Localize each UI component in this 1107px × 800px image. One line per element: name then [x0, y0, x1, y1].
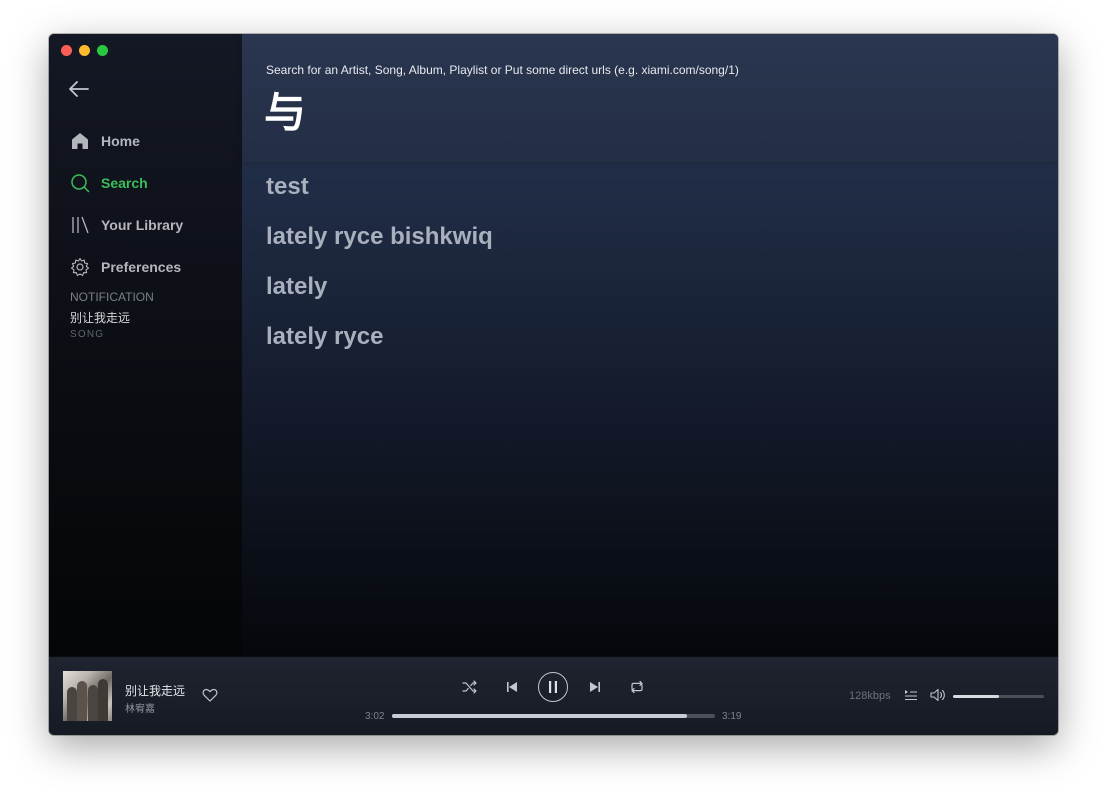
notification-type: SONG [70, 329, 105, 340]
queue-icon [905, 690, 917, 701]
player-bar: 别让我走远 林宥嘉 3:02 3:19 128kbps [49, 656, 1058, 735]
skip-forward-icon [590, 682, 600, 692]
search-icon [69, 172, 91, 194]
previous-button[interactable] [501, 676, 523, 698]
progress-fill [392, 714, 687, 718]
album-cover[interactable] [63, 671, 112, 721]
app-window: Home Search Your Library Preferences NOT… [49, 34, 1058, 735]
volume-fill [953, 695, 999, 698]
shuffle-icon [462, 680, 477, 694]
track-artist[interactable]: 林宥嘉 [125, 700, 155, 715]
window-controls [61, 45, 108, 56]
skip-back-icon [507, 682, 517, 692]
window-maximize-button[interactable] [97, 45, 108, 56]
sidebar-item-label: Search [101, 175, 148, 191]
sidebar-item-label: Home [101, 133, 140, 149]
window-minimize-button[interactable] [79, 45, 90, 56]
sidebar-item-search[interactable]: Search [69, 162, 239, 204]
volume-button[interactable] [927, 685, 949, 705]
sidebar-item-preferences[interactable]: Preferences [69, 246, 239, 288]
repeat-icon [631, 680, 643, 694]
main-content: Search for an Artist, Song, Album, Playl… [242, 34, 1058, 656]
play-pause-button[interactable] [538, 672, 568, 702]
notification-label: NOTIFICATION [70, 290, 154, 304]
notification-title: 别让我走远 [70, 311, 131, 325]
notification-panel[interactable]: NOTIFICATION 别让我走远 SONG [70, 290, 154, 340]
sidebar-item-label: Preferences [101, 259, 182, 275]
bitrate-label: 128kbps [849, 690, 891, 702]
library-icon [69, 214, 91, 236]
repeat-button[interactable] [626, 676, 648, 698]
search-input[interactable] [264, 84, 1024, 134]
like-button[interactable] [202, 687, 218, 703]
shuffle-button[interactable] [459, 676, 481, 698]
suggestion-item[interactable]: lately [266, 270, 493, 320]
heart-icon [202, 688, 218, 702]
time-elapsed: 3:02 [365, 711, 385, 722]
search-hint: Search for an Artist, Song, Album, Playl… [266, 63, 739, 77]
pause-icon [549, 681, 557, 693]
queue-button[interactable] [901, 685, 921, 705]
window-close-button[interactable] [61, 45, 72, 56]
speaker-icon [930, 688, 945, 702]
suggestion-item[interactable]: lately ryce [266, 320, 493, 370]
next-button[interactable] [584, 676, 606, 698]
gear-icon [69, 256, 91, 278]
home-icon [69, 130, 91, 152]
sidebar-item-library[interactable]: Your Library [69, 204, 239, 246]
suggestion-item[interactable]: test [266, 170, 493, 220]
suggestion-item[interactable]: lately ryce bishkwiq [266, 220, 493, 270]
volume-slider[interactable] [953, 695, 1044, 698]
back-button[interactable] [67, 77, 91, 101]
progress-bar[interactable] [392, 714, 715, 718]
sidebar-item-label: Your Library [101, 217, 184, 233]
arrow-left-icon [69, 81, 89, 97]
track-title[interactable]: 别让我走远 [125, 682, 185, 699]
search-suggestions: test lately ryce bishkwiq lately lately … [266, 170, 493, 370]
sidebar-item-home[interactable]: Home [69, 120, 239, 162]
search-header: Search for an Artist, Song, Album, Playl… [242, 34, 1058, 162]
sidebar: Home Search Your Library Preferences NOT… [49, 34, 242, 656]
sidebar-nav: Home Search Your Library Preferences [69, 120, 239, 288]
time-total: 3:19 [722, 711, 742, 722]
